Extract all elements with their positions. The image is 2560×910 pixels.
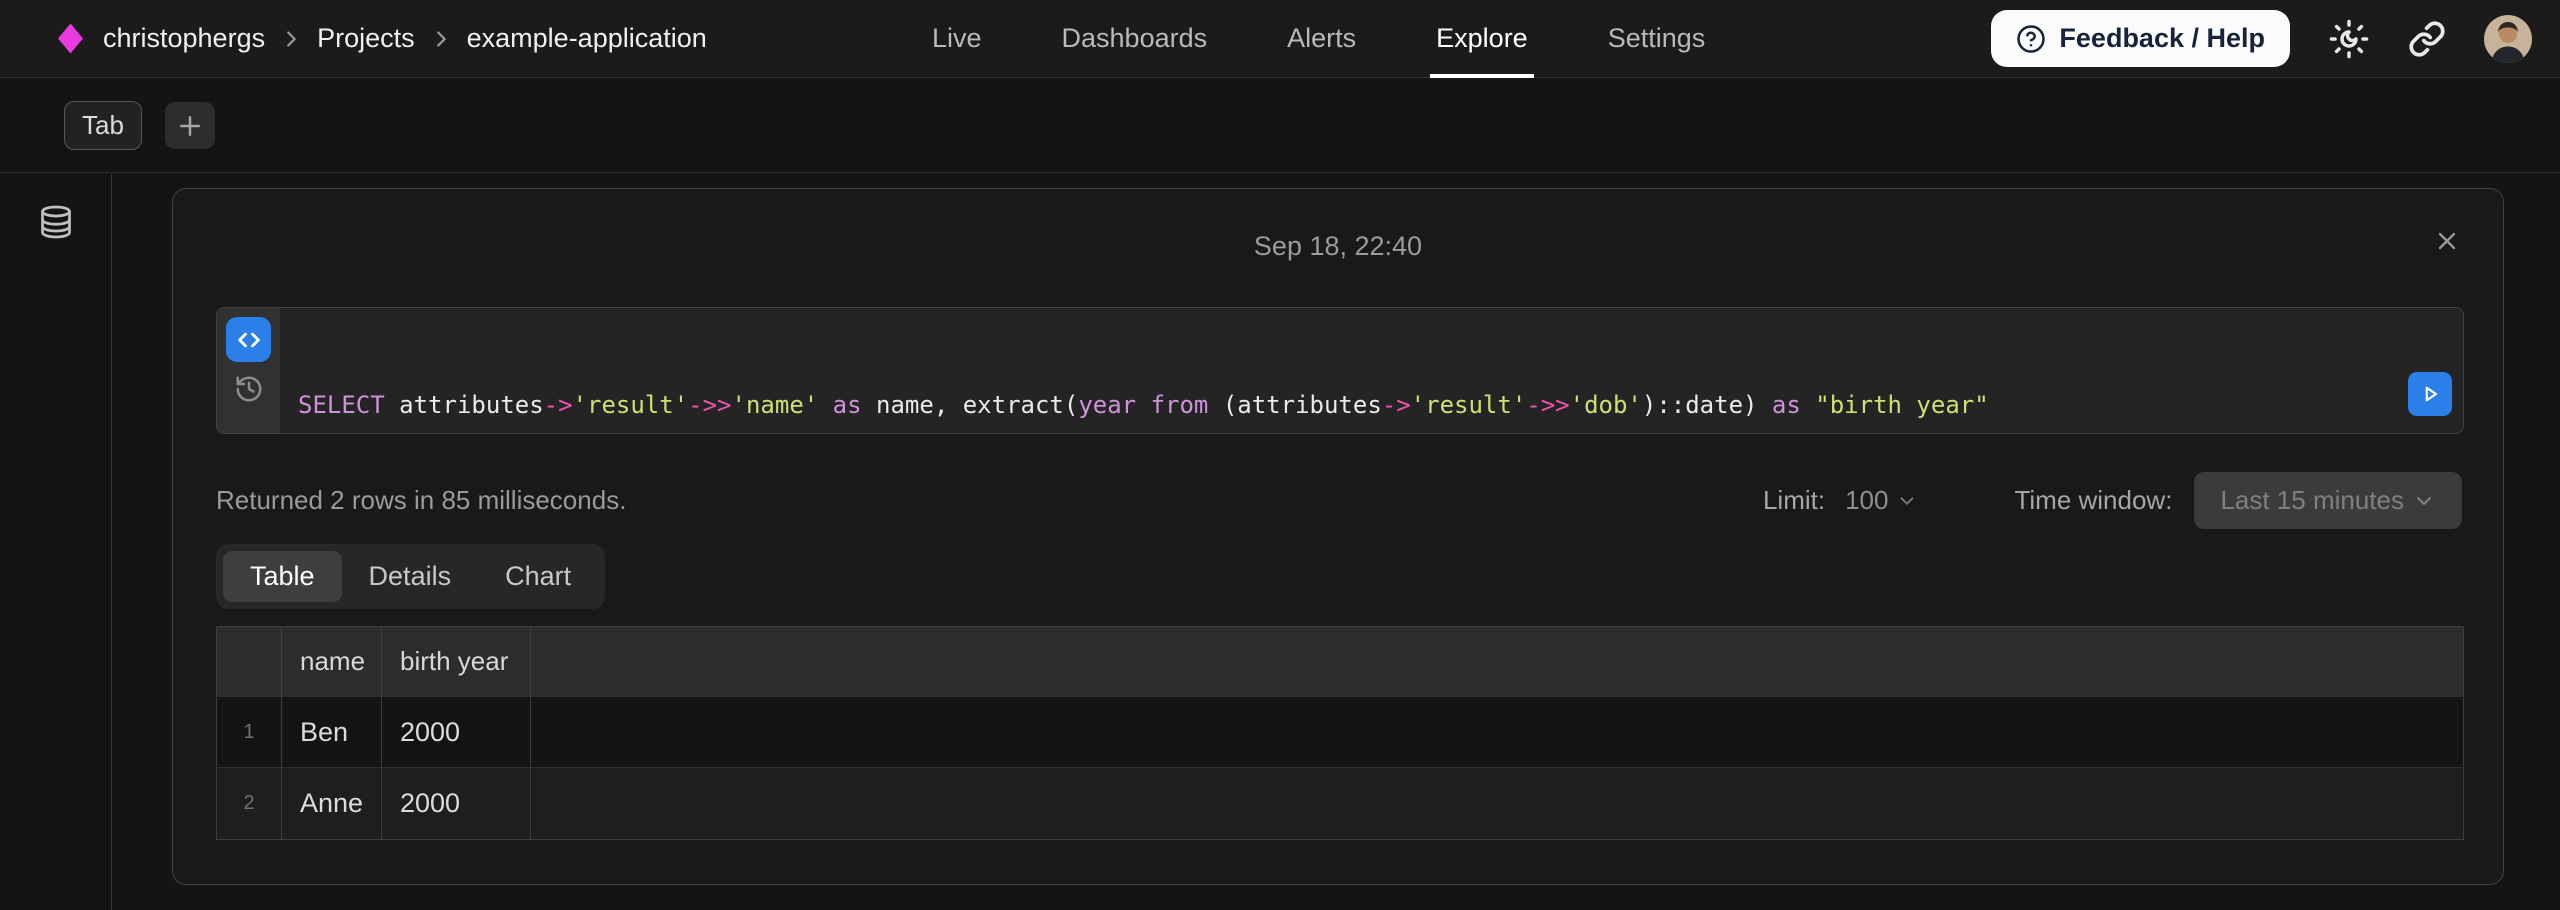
code-token xyxy=(818,391,832,419)
query-history-button[interactable] xyxy=(234,374,264,404)
code-token: 'result' xyxy=(1411,391,1527,419)
code-token: year xyxy=(1078,391,1136,419)
user-avatar[interactable] xyxy=(2484,15,2532,63)
row-number: 1 xyxy=(217,697,282,768)
cell-birth-year: 2000 xyxy=(382,768,531,840)
tab-table[interactable]: Table xyxy=(223,551,342,602)
code-mode-button[interactable] xyxy=(226,317,271,362)
play-icon xyxy=(2417,381,2443,407)
close-button[interactable] xyxy=(2433,227,2461,255)
header-name: name xyxy=(282,627,382,697)
tab-chart[interactable]: Chart xyxy=(478,551,598,602)
nav-menu: Live Dashboards Alerts Explore Settings xyxy=(932,0,1705,77)
limit-label: Limit: xyxy=(1763,485,1825,516)
code-token: attributes xyxy=(385,391,544,419)
code-token: SELECT xyxy=(298,391,385,419)
sql-line: SELECT attributes->'result'->>'name' as … xyxy=(298,388,2403,422)
time-window-value: Last 15 minutes xyxy=(2220,485,2404,516)
header-filler xyxy=(531,627,2464,697)
code-token xyxy=(1136,391,1150,419)
nav-item-explore[interactable]: Explore xyxy=(1436,0,1528,77)
time-window-select[interactable]: Last 15 minutes xyxy=(2194,472,2462,529)
plus-icon xyxy=(175,111,205,141)
cell-filler xyxy=(531,697,2464,768)
query-timestamp: Sep 18, 22:40 xyxy=(173,231,2503,262)
breadcrumb-account[interactable]: christophergs xyxy=(103,23,265,54)
left-sidebar xyxy=(0,174,112,910)
code-token: "birth year" xyxy=(1815,391,1988,419)
chevron-right-icon xyxy=(280,28,302,50)
code-token: )::date) xyxy=(1642,391,1772,419)
code-token: 'dob' xyxy=(1570,391,1642,419)
help-circle-icon xyxy=(2016,24,2046,54)
nav-item-live[interactable]: Live xyxy=(932,0,982,77)
code-token: -> xyxy=(544,391,573,419)
chevron-down-icon xyxy=(2412,489,2436,513)
breadcrumb-project-name[interactable]: example-application xyxy=(467,23,707,54)
sql-query-input[interactable]: SELECT attributes->'result'->>'name' as … xyxy=(280,308,2463,433)
cell-name: Anne xyxy=(282,768,382,840)
code-token: from xyxy=(1151,391,1209,419)
header-rownum xyxy=(217,627,282,697)
tab-bar: Tab xyxy=(0,79,2560,173)
code-token: ->> xyxy=(1526,391,1569,419)
query-card: Sep 18, 22:40 SELECT attributes->'result… xyxy=(172,188,2504,885)
results-table: name birth year 1 Ben 2000 2 Anne 2000 xyxy=(216,626,2464,840)
code-token: as xyxy=(1772,391,1801,419)
sun-moon-icon xyxy=(2328,18,2370,60)
history-clock-icon xyxy=(234,374,264,404)
breadcrumb-projects[interactable]: Projects xyxy=(317,23,415,54)
code-brackets-icon xyxy=(235,326,263,354)
share-link-button[interactable] xyxy=(2408,20,2446,58)
code-token: 'result' xyxy=(573,391,689,419)
code-token: (attributes xyxy=(1208,391,1381,419)
code-token: -> xyxy=(1382,391,1411,419)
result-view-tabs: Table Details Chart xyxy=(216,544,605,609)
row-number: 2 xyxy=(217,768,282,840)
code-token: ->> xyxy=(688,391,731,419)
table-header-row: name birth year xyxy=(217,627,2464,697)
code-token: as xyxy=(833,391,862,419)
theme-toggle-button[interactable] xyxy=(2328,18,2370,60)
limit-value: 100 xyxy=(1845,485,1888,516)
link-icon xyxy=(2408,20,2446,58)
feedback-help-button[interactable]: Feedback / Help xyxy=(1991,10,2290,67)
cell-birth-year: 2000 xyxy=(382,697,531,768)
database-icon xyxy=(38,204,74,240)
cell-filler xyxy=(531,768,2464,840)
tab-chip[interactable]: Tab xyxy=(64,101,142,150)
feedback-help-label: Feedback / Help xyxy=(2059,23,2265,54)
top-nav: christophergs Projects example-applicati… xyxy=(0,0,2560,78)
table-row[interactable]: 2 Anne 2000 xyxy=(217,768,2464,840)
result-summary: Returned 2 rows in 85 milliseconds. xyxy=(216,485,626,516)
logo-diamond-icon[interactable] xyxy=(58,24,83,54)
code-token: name, extract( xyxy=(862,391,1079,419)
header-birth-year: birth year xyxy=(382,627,531,697)
chevron-right-icon xyxy=(430,28,452,50)
nav-item-settings[interactable]: Settings xyxy=(1608,0,1706,77)
sql-editor: SELECT attributes->'result'->>'name' as … xyxy=(216,307,2464,434)
code-token: 'name' xyxy=(732,391,819,419)
breadcrumb: christophergs Projects example-applicati… xyxy=(58,23,707,54)
table-row[interactable]: 1 Ben 2000 xyxy=(217,697,2464,768)
editor-gutter xyxy=(217,308,280,433)
limit-select[interactable]: 100 xyxy=(1845,485,1918,516)
cell-name: Ben xyxy=(282,697,382,768)
database-sidebar-button[interactable] xyxy=(38,204,74,910)
close-icon xyxy=(2433,227,2461,255)
add-tab-button[interactable] xyxy=(165,102,215,149)
code-token xyxy=(1801,391,1815,419)
run-query-button[interactable] xyxy=(2408,372,2452,416)
time-window-label: Time window: xyxy=(2014,485,2172,516)
nav-item-alerts[interactable]: Alerts xyxy=(1287,0,1356,77)
tab-details[interactable]: Details xyxy=(342,551,479,602)
nav-item-dashboards[interactable]: Dashboards xyxy=(1062,0,1208,77)
chevron-down-icon xyxy=(1896,490,1918,512)
